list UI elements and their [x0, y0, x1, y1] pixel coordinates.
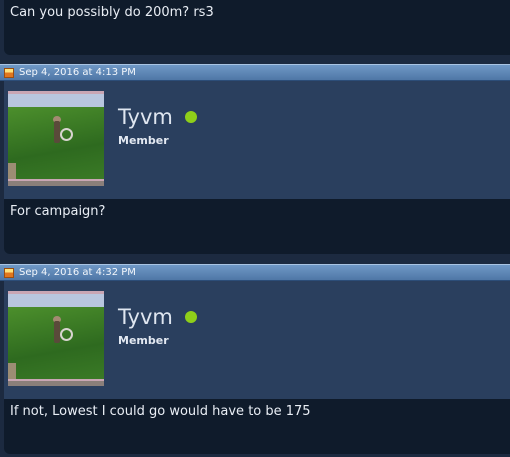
- online-status-icon: [184, 111, 197, 123]
- author-name-row: Tyvm: [118, 105, 197, 129]
- user-avatar[interactable]: [8, 91, 104, 186]
- calendar-icon: [4, 267, 14, 278]
- message-body: If not, Lowest I could go would have to …: [4, 399, 510, 454]
- post-date-bar: Sep 4, 2016 at 4:13 PM: [0, 64, 510, 81]
- user-avatar[interactable]: [8, 291, 104, 386]
- online-status-icon: [184, 311, 197, 323]
- author-role: Member: [118, 334, 169, 347]
- author-block: Tyvm Member: [4, 81, 510, 199]
- author-name[interactable]: Tyvm: [118, 305, 173, 329]
- post-date-bar: Sep 4, 2016 at 4:32 PM: [0, 264, 510, 281]
- calendar-icon: [4, 67, 14, 78]
- message-body: For campaign?: [4, 199, 510, 254]
- message-text: If not, Lowest I could go would have to …: [10, 404, 311, 419]
- author-block: Tyvm Member: [4, 281, 510, 399]
- post-date-link[interactable]: Sep 4, 2016 at 4:13 PM: [19, 67, 136, 78]
- post-date-link[interactable]: Sep 4, 2016 at 4:32 PM: [19, 267, 136, 278]
- message-text: Can you possibly do 200m? rs3: [10, 5, 214, 20]
- message-body: Can you possibly do 200m? rs3: [4, 0, 510, 55]
- author-role: Member: [118, 134, 169, 147]
- message-text: For campaign?: [10, 204, 106, 219]
- author-name-row: Tyvm: [118, 305, 197, 329]
- author-name[interactable]: Tyvm: [118, 105, 173, 129]
